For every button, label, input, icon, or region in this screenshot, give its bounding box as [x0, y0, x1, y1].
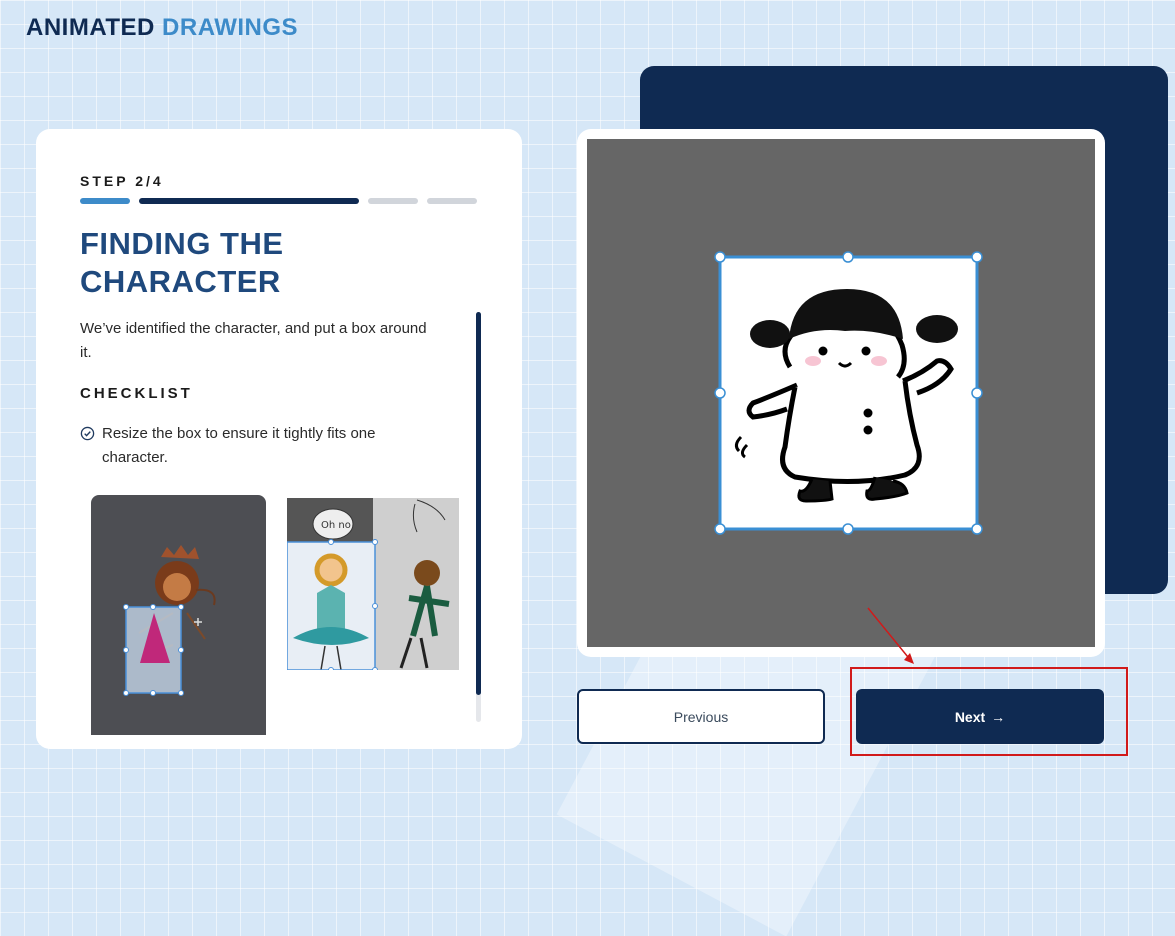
brand-logo: ANIMATED DRAWINGS: [26, 14, 298, 42]
progress-segment-4: [427, 198, 477, 204]
description-text: We’ve identified the character, and put …: [80, 320, 427, 361]
annotation-arrow-icon: [867, 607, 914, 664]
page-title-line-1: FINDING THE: [80, 226, 284, 261]
annotation-highlight-box: [850, 667, 1128, 756]
progress-segment-2: [139, 198, 359, 204]
progress-segment-1: [80, 198, 130, 204]
previous-button-label: Previous: [673, 708, 729, 725]
card-scrollbar-thumb[interactable]: [476, 312, 481, 695]
page-title: FINDING THE CHARACTER: [80, 225, 284, 301]
drawing-canvas[interactable]: [587, 139, 1095, 647]
progress-segment-3: [368, 198, 418, 204]
example-image-2: Oh no: [287, 498, 459, 670]
previous-button[interactable]: Previous: [577, 689, 825, 744]
page-title-line-2: CHARACTER: [80, 264, 281, 299]
check-circle-icon: [80, 425, 95, 449]
checklist-item-text: Resize the box to ensure it tightly fits…: [102, 425, 376, 466]
brand-logo-part1: ANIMATED: [26, 14, 155, 41]
editor-frame: [577, 129, 1105, 657]
speech-bubble-text: Oh no: [321, 520, 351, 531]
checklist-item: Resize the box to ensure it tightly fits…: [80, 422, 430, 470]
example-image-1: [91, 495, 266, 735]
checklist-heading: CHECKLIST: [80, 385, 193, 402]
instruction-card: STEP 2/4 FINDING THE CHARACTER We’ve ide…: [36, 129, 522, 749]
step-progress-bar: [80, 198, 477, 204]
character-bounding-box-editor[interactable]: [587, 139, 1095, 647]
step-indicator: STEP 2/4: [80, 173, 164, 189]
brand-logo-part2: DRAWINGS: [162, 14, 299, 41]
card-scrollbar[interactable]: [476, 312, 481, 722]
